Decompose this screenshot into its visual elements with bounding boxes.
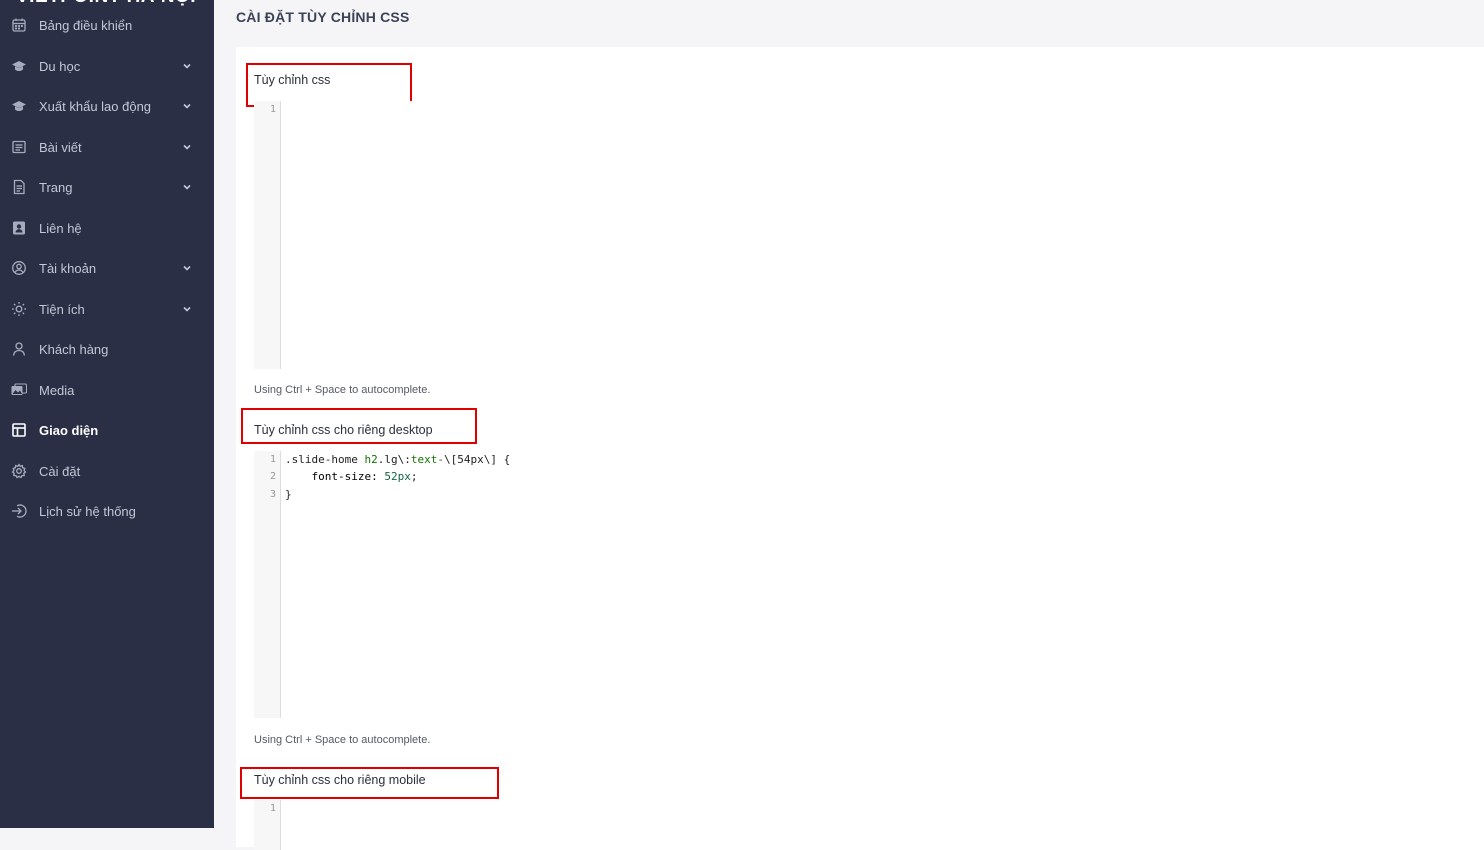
- css-settings-card: Tùy chỉnh css 1 Using Ctrl + Space to au…: [236, 47, 1484, 850]
- code-line: font-size: 52px;: [285, 470, 417, 483]
- chevron-down-icon: [182, 304, 192, 314]
- sidebar-item-lien-he[interactable]: Liên hệ: [0, 214, 214, 242]
- code-class: .lg\:: [377, 453, 411, 466]
- sidebar-item-label: Giao diện: [39, 422, 99, 438]
- user-circle-icon: [11, 260, 27, 276]
- code-end: ;: [410, 470, 418, 483]
- sidebar-item-dashboard[interactable]: Bảng điều khiển: [0, 11, 214, 39]
- sidebar-item-xuat-khau-lao-dong[interactable]: Xuất khẩu lao động: [0, 92, 214, 120]
- code-rest: \[54px\] {: [443, 453, 511, 466]
- sidebar-item-lich-su-he-thong[interactable]: Lịch sử hệ thống: [0, 497, 214, 525]
- page-title: CÀI ĐẶT TÙY CHỈNH CSS: [236, 9, 410, 25]
- file-icon: [11, 179, 27, 195]
- line-number: 1: [269, 104, 276, 115]
- main-content: CÀI ĐẶT TÙY CHỈNH CSS Tùy chỉnh css 1 Us…: [214, 0, 1484, 850]
- sidebar-item-label: Tài khoản: [39, 260, 97, 276]
- sidebar-item-label: Du học: [39, 58, 81, 74]
- code-plain: }: [285, 488, 292, 501]
- code-tag: h2: [364, 453, 378, 466]
- sidebar-item-khach-hang[interactable]: Khách hàng: [0, 335, 214, 363]
- chevron-down-icon: [182, 263, 192, 273]
- sidebar: VIETPOINT HÀ NỘI Bảng điều khiển Du học …: [0, 0, 214, 828]
- sidebar-item-label: Xuất khẩu lao động: [39, 98, 152, 114]
- sidebar-item-label: Bài viết: [39, 139, 82, 155]
- code-editor-custom-css[interactable]: 1: [254, 101, 1484, 369]
- sun-icon: [11, 301, 27, 317]
- article-icon: [11, 139, 27, 155]
- code-line: }: [285, 488, 292, 501]
- line-gutter: 1: [254, 800, 281, 850]
- sidebar-item-label: Bảng điều khiển: [39, 17, 133, 33]
- code-selector: .slide-home: [285, 453, 365, 466]
- sidebar-item-giao-dien[interactable]: Giao diện: [0, 416, 214, 444]
- sidebar-item-du-hoc[interactable]: Du học: [0, 52, 214, 80]
- chevron-down-icon: [182, 61, 192, 71]
- chevron-down-icon: [182, 182, 192, 192]
- graduation-cap-icon: [11, 98, 27, 114]
- autocomplete-hint: Using Ctrl + Space to autocomplete.: [254, 734, 431, 746]
- gear-icon: [11, 463, 27, 479]
- line-number: 1: [269, 803, 276, 814]
- chevron-down-icon: [182, 142, 192, 152]
- sidebar-item-cai-dat[interactable]: Cài đặt: [0, 457, 214, 485]
- field-label-desktop-css: Tùy chỉnh css cho riêng desktop: [254, 423, 433, 437]
- code-editor-mobile-css[interactable]: 1: [254, 800, 1484, 850]
- sidebar-item-label: Tiện ích: [39, 301, 85, 317]
- sidebar-item-tai-khoan[interactable]: Tài khoản: [0, 254, 214, 282]
- sidebar-item-label: Media: [39, 382, 75, 398]
- chevron-down-icon: [182, 101, 192, 111]
- line-number: 1: [269, 454, 276, 465]
- sidebar-item-label: Cài đặt: [39, 463, 81, 479]
- login-icon: [11, 503, 27, 519]
- autocomplete-hint: Using Ctrl + Space to autocomplete.: [254, 384, 431, 396]
- code-property: font-size:: [285, 470, 385, 483]
- sidebar-item-label: Trang: [39, 179, 73, 195]
- layout-icon: [11, 422, 27, 438]
- line-gutter: 1: [254, 101, 281, 369]
- sidebar-item-media[interactable]: Media: [0, 376, 214, 404]
- field-label-custom-css: Tùy chỉnh css: [254, 73, 331, 87]
- sidebar-item-label: Lịch sử hệ thống: [39, 503, 136, 519]
- media-icon: [11, 382, 27, 398]
- graduation-cap-icon: [11, 58, 27, 74]
- sidebar-item-tien-ich[interactable]: Tiện ích: [0, 295, 214, 323]
- user-icon: [11, 341, 27, 357]
- code-editor-desktop-css[interactable]: 1 2 3 .slide-home h2.lg\:text-\[54px\] {…: [254, 451, 1484, 718]
- sidebar-item-label: Liên hệ: [39, 220, 82, 236]
- code-line: .slide-home h2.lg\:text-\[54px\] {: [285, 453, 510, 466]
- sidebar-item-bai-viet[interactable]: Bài viết: [0, 133, 214, 161]
- brand-name: VIETPOINT HÀ NỘI: [16, 0, 196, 8]
- line-number: 3: [269, 489, 276, 500]
- field-label-mobile-css: Tùy chỉnh css cho riêng mobile: [254, 773, 426, 787]
- calendar-icon: [11, 17, 27, 33]
- line-number: 2: [269, 471, 276, 482]
- sidebar-item-label: Khách hàng: [39, 341, 109, 357]
- code-number: 52px: [384, 470, 411, 483]
- line-gutter: 1 2 3: [254, 451, 281, 718]
- contact-icon: [11, 220, 27, 236]
- code-attr: text-: [410, 453, 444, 466]
- sidebar-item-trang[interactable]: Trang: [0, 173, 214, 201]
